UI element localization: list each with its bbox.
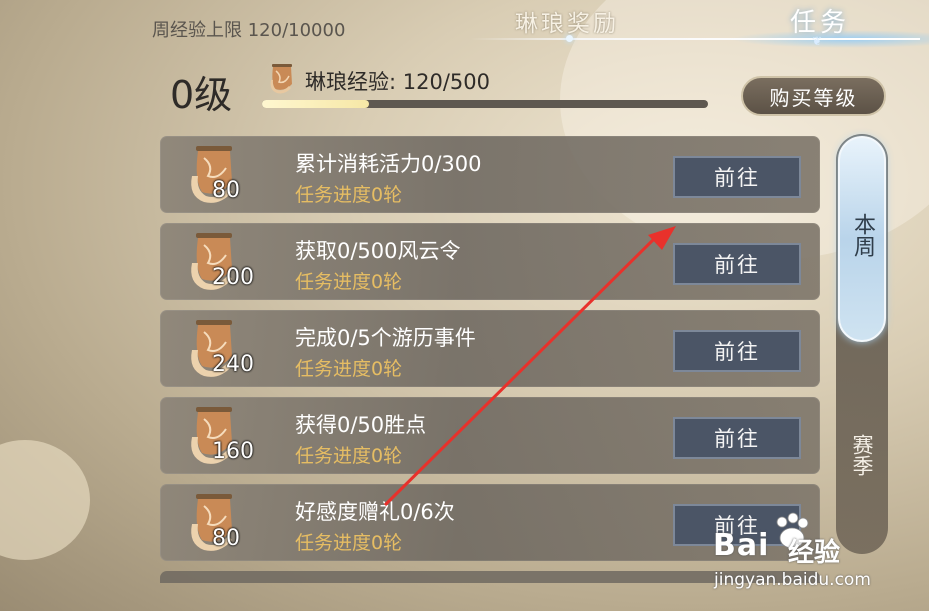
baidu-watermark-logo: Bai bbox=[713, 528, 770, 563]
baidu-watermark-jingyan: 经验 bbox=[788, 538, 841, 568]
watermark-url: jingyan.baidu.com bbox=[714, 570, 871, 590]
